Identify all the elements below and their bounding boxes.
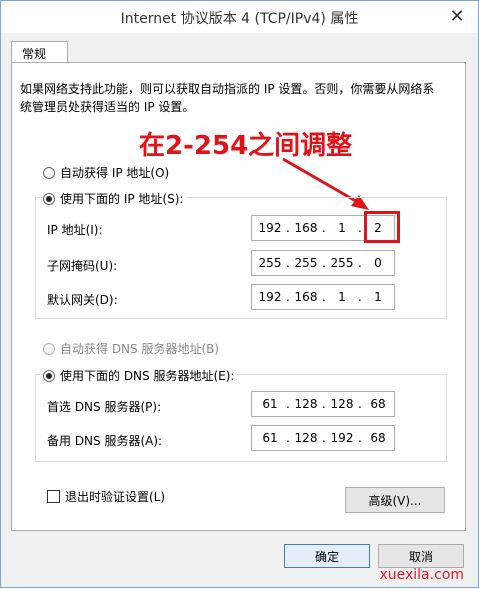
radio-manual-dns-button[interactable]	[43, 369, 55, 382]
ip-dot: .	[358, 256, 362, 270]
validate-checkbox[interactable]	[47, 490, 60, 503]
ip-dot: .	[286, 397, 290, 411]
adns-octet-2: 128	[294, 431, 318, 445]
subnet-mask-label: 子网掩码(U):	[47, 259, 118, 273]
ip-dot: .	[286, 221, 290, 235]
mask-octet-2: 255	[294, 256, 318, 270]
radio-manual-ip-label: 使用下面的 IP 地址(S):	[60, 192, 184, 206]
preferred-dns-input[interactable]: 61 . 128 . 128 . 68	[251, 391, 395, 417]
adns-octet-3: 192	[330, 431, 354, 445]
ip-dot: .	[286, 431, 290, 445]
radio-auto-ip-label: 自动获得 IP 地址(O)	[60, 166, 170, 180]
ok-button[interactable]: 确定	[284, 544, 370, 568]
gw-octet-4: 1	[374, 290, 382, 304]
radio-auto-ip-button[interactable]	[43, 166, 55, 179]
gw-octet-2: 168	[294, 290, 318, 304]
pdns-octet-2: 128	[294, 397, 318, 411]
ip-dot: .	[358, 397, 362, 411]
ip-dot: .	[322, 290, 326, 304]
highlight-box	[364, 211, 400, 243]
ip-dot: .	[286, 256, 290, 270]
ip-dot: .	[322, 397, 326, 411]
alternate-dns-label: 备用 DNS 服务器(A):	[47, 434, 163, 448]
ip-dot: .	[322, 221, 326, 235]
ip-octet-2: 168	[294, 221, 318, 235]
mask-octet-4: 0	[374, 256, 382, 270]
ip-dot: .	[322, 431, 326, 445]
adns-octet-1: 61	[262, 431, 278, 445]
pdns-octet-4: 68	[370, 397, 386, 411]
watermark: xuexila.com	[379, 567, 464, 583]
advanced-button[interactable]: 高级(V)...	[345, 487, 445, 513]
radio-auto-dns-button[interactable]	[43, 342, 55, 355]
cancel-button[interactable]: 取消	[378, 544, 464, 568]
ip-dot: .	[322, 256, 326, 270]
ip-octet-1: 192	[258, 221, 282, 235]
preferred-dns-label: 首选 DNS 服务器(P):	[47, 400, 162, 414]
pdns-octet-1: 61	[262, 397, 278, 411]
gw-octet-3: 1	[338, 290, 346, 304]
radio-manual-dns[interactable]: 使用下面的 DNS 服务器地址(E):	[43, 367, 238, 384]
mask-octet-3: 255	[330, 256, 354, 270]
mask-octet-1: 255	[258, 256, 282, 270]
ip-dot: .	[358, 431, 362, 445]
radio-manual-dns-label: 使用下面的 DNS 服务器地址(E):	[60, 369, 235, 383]
radio-auto-dns-label: 自动获得 DNS 服务器地址(B)	[60, 342, 220, 356]
adns-octet-4: 68	[370, 431, 386, 445]
ip-dot: .	[358, 221, 362, 235]
gw-octet-1: 192	[258, 290, 282, 304]
radio-manual-ip[interactable]: 使用下面的 IP 地址(S):	[43, 190, 187, 207]
radio-auto-dns[interactable]: 自动获得 DNS 服务器地址(B)	[43, 340, 219, 357]
gateway-label: 默认网关(D):	[47, 293, 118, 307]
gateway-input[interactable]: 192 . 168 . 1 . 1	[251, 284, 395, 310]
alternate-dns-input[interactable]: 61 . 128 . 192 . 68	[251, 425, 395, 451]
ip-address-label: IP 地址(I):	[47, 223, 103, 237]
ip-octet-3: 1	[338, 221, 346, 235]
ip-dot: .	[286, 290, 290, 304]
ip-dot: .	[358, 290, 362, 304]
radio-manual-ip-button[interactable]	[43, 192, 55, 205]
radio-auto-ip[interactable]: 自动获得 IP 地址(O)	[43, 164, 169, 181]
pdns-octet-3: 128	[330, 397, 354, 411]
dialog-window: Internet 协议版本 4 (TCP/IPv4) 属性 ✕ 常规 如果网络支…	[0, 0, 479, 588]
validate-label: 退出时验证设置(L)	[65, 490, 166, 504]
subnet-mask-input[interactable]: 255 . 255 . 255 . 0	[251, 250, 395, 276]
validate-setting-row[interactable]: 退出时验证设置(L)	[47, 488, 165, 505]
